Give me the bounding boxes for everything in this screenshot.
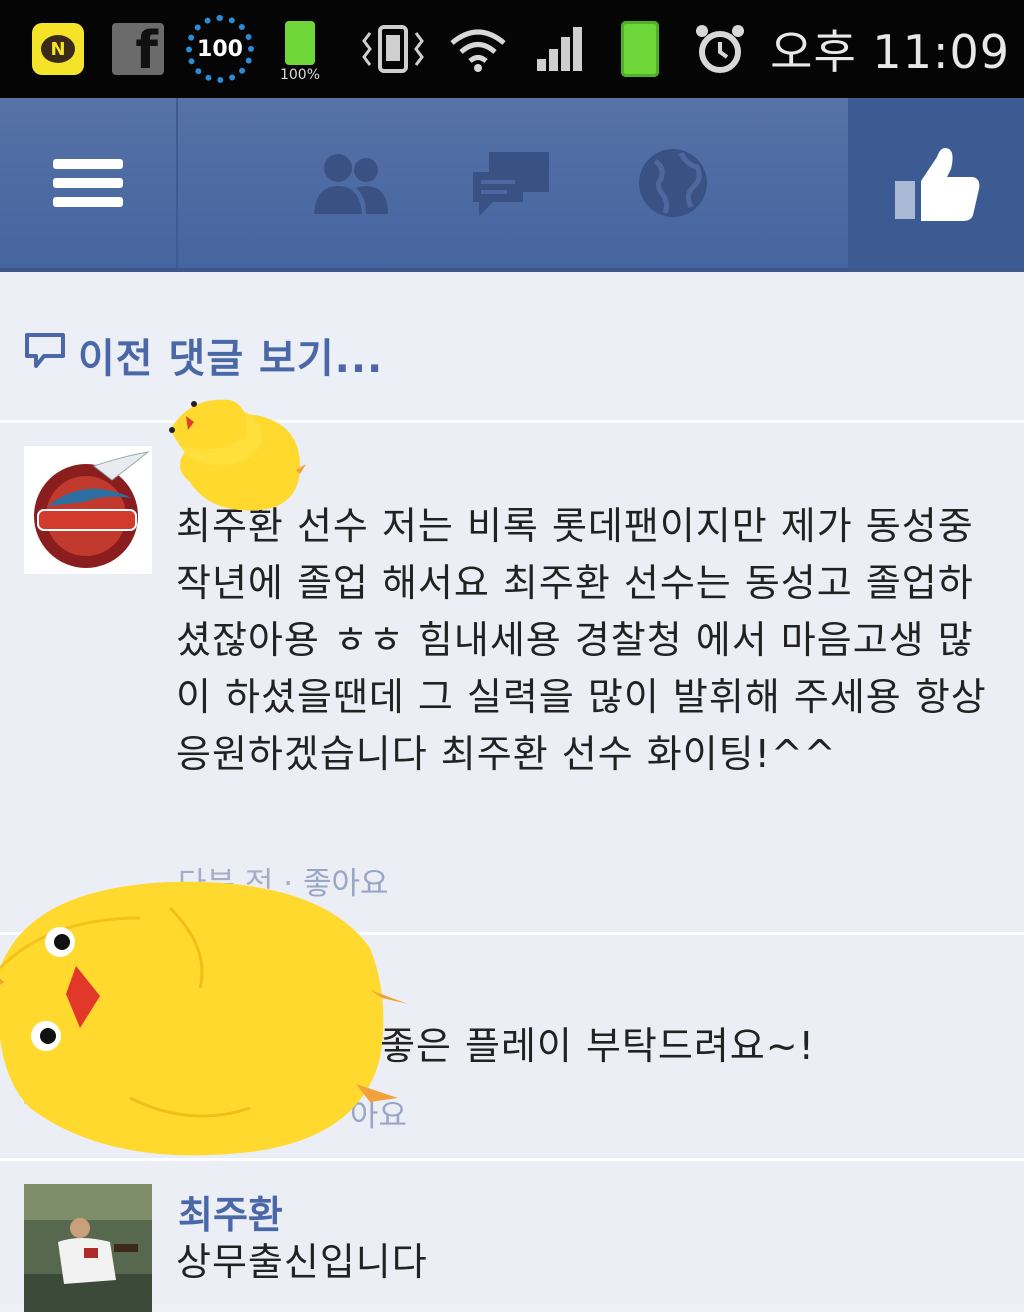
vibrate-icon	[356, 0, 430, 98]
previous-comments-label[interactable]: 이전 댓글 보기...	[78, 326, 383, 384]
like-icon	[895, 148, 980, 221]
menu-icon	[53, 150, 123, 216]
wifi-icon	[446, 0, 510, 98]
facebook-glyph: f	[135, 23, 158, 75]
menu-button[interactable]	[0, 98, 178, 268]
like-button[interactable]	[848, 98, 1024, 268]
comment-author[interactable]: 최주환	[178, 1184, 283, 1239]
signal-icon	[528, 0, 592, 98]
comment-text: 상무출신입니다	[176, 1240, 428, 1284]
comment-bubble-icon	[24, 332, 66, 374]
app-bar	[0, 98, 1024, 272]
battery-icon: 100%	[268, 0, 332, 98]
progress-value: 100	[197, 36, 243, 62]
kakaotalk-glyph: N	[41, 35, 75, 63]
avatar[interactable]	[24, 446, 152, 574]
avatar[interactable]	[24, 1184, 152, 1312]
comment-item: 최주환 상무출신입니다	[0, 1162, 1024, 1312]
facebook-icon: f	[110, 0, 166, 98]
messages-icon[interactable]	[466, 138, 556, 228]
kakaotalk-icon: N	[30, 0, 86, 98]
comment-text: 최주환 선수 저는 비록 롯데팬이지만 제가 동성중작년에 졸업 해서요 최주환…	[176, 504, 987, 776]
chick-sticker	[169, 399, 306, 511]
alarm-icon	[690, 0, 750, 98]
status-time: 오후 11:09	[770, 25, 1010, 79]
friends-icon[interactable]	[305, 138, 395, 228]
comment-text: 좋은 플레이 부탁드려요~!	[380, 1024, 815, 1068]
chick-sticker	[0, 881, 408, 1156]
status-bar: N f 100 100% 오후 11:09	[0, 0, 1024, 98]
progress-ring-icon: 100	[180, 0, 260, 98]
battery-icon	[612, 0, 668, 98]
battery-percent: 100%	[279, 67, 321, 83]
globe-icon[interactable]	[628, 138, 718, 228]
